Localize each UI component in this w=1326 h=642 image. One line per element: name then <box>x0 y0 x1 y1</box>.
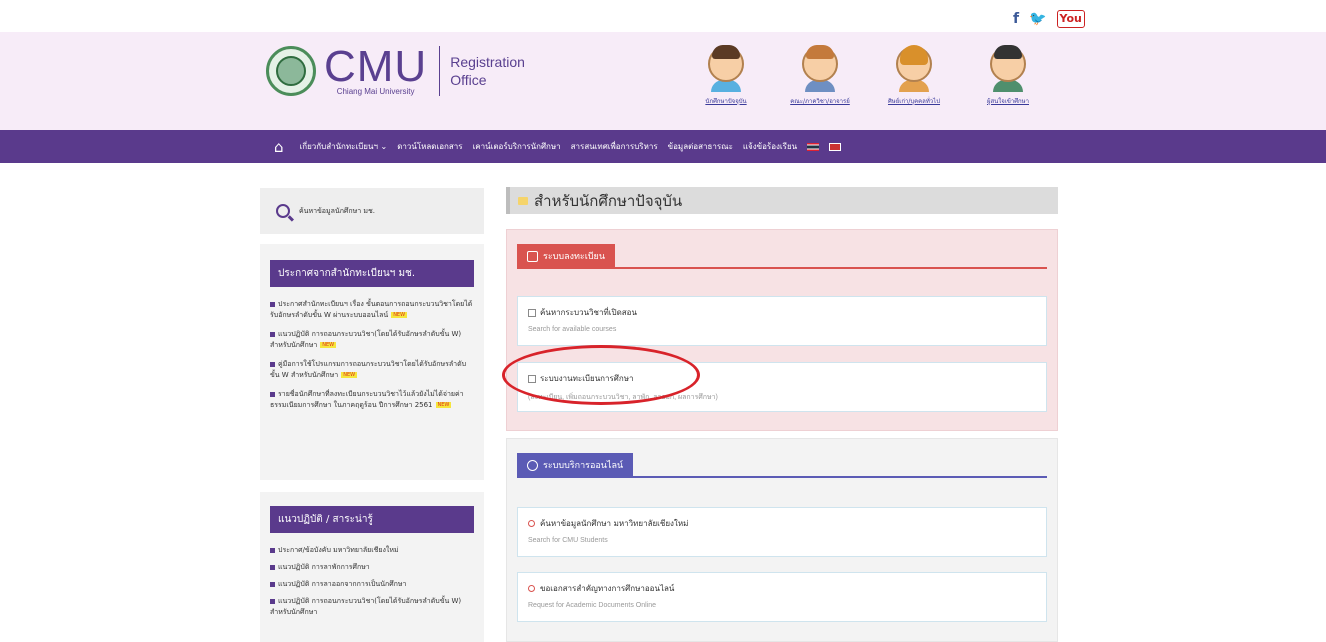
site-logo[interactable]: CMU Chiang Mai University Registration O… <box>266 41 525 96</box>
announcement-item[interactable]: คู่มือการใช้โปรแกรมการถอนกระบวนวิชาโดยได… <box>270 359 474 381</box>
announcement-item[interactable]: ประกาศสำนักทะเบียนฯ เรื่อง ขั้นตอนการถอน… <box>270 299 474 321</box>
card-subtitle: Search for CMU Students <box>528 537 608 544</box>
edit-icon <box>528 308 536 317</box>
new-badge: NEW <box>341 372 358 378</box>
persona-links: นักศึกษาปัจจุบัน คณะ/ภาควิชา/อาจารย์ ศิษ… <box>680 45 1056 106</box>
search-icon <box>528 520 535 527</box>
card-title: ค้นหากระบวนวิชาที่เปิดสอน <box>540 308 637 317</box>
bullet-icon <box>270 564 275 570</box>
guideline-item[interactable]: แนวปฏิบัติ การลาออกจากการเป็นนักศึกษา <box>270 579 474 590</box>
bullet-icon <box>270 301 275 307</box>
persona-prospective[interactable]: ผู้สนใจเข้าศึกษา <box>962 45 1054 106</box>
faculty-avatar-icon <box>802 45 838 82</box>
guideline-item[interactable]: แนวปฏิบัติ การลาพักการศึกษา <box>270 562 474 573</box>
bullet-icon <box>270 331 275 337</box>
guideline-item[interactable]: แนวปฏิบัติ การถอนกระบวนวิชา(โดยได้รับอัก… <box>270 596 474 618</box>
student-search-label: ค้นหาข้อมูลนักศึกษา มช. <box>299 206 375 215</box>
online-services-heading: ระบบบริการออนไลน์ <box>517 453 634 477</box>
university-seal-icon <box>266 46 316 96</box>
registration-heading: ระบบลงทะเบียน <box>517 244 615 268</box>
nav-student-counter[interactable]: เคาน์เตอร์บริการนักศึกษา <box>473 140 561 153</box>
english-flag-icon[interactable] <box>829 142 842 151</box>
panel-divider <box>517 267 1047 269</box>
guidelines-section: แนวปฏิบัติ / สาระน่ารู้ ประกาศ/ข้อบังคับ… <box>260 492 484 642</box>
highlight-ellipse <box>502 345 700 405</box>
course-search-card[interactable]: ค้นหากระบวนวิชาที่เปิดสอน Search for ava… <box>517 296 1047 346</box>
bullet-icon <box>270 547 275 553</box>
bullet-icon <box>270 581 275 587</box>
bullet-icon <box>270 361 275 367</box>
persona-alumni[interactable]: ศิษย์เก่า/บุคคลทั่วไป <box>868 45 960 106</box>
announcement-item[interactable]: รายชื่อนักศึกษาที่ลงทะเบียนกระบวนวิชาไว้… <box>270 389 474 411</box>
page-title: สำหรับนักศึกษาปัจจุบัน <box>534 191 683 210</box>
bullet-icon <box>270 391 275 397</box>
social-links: f 🐦 You <box>1013 10 1085 28</box>
new-badge: NEW <box>435 402 452 408</box>
guidelines-heading: แนวปฏิบัติ / สาระน่ารู้ <box>270 506 474 533</box>
site-header: CMU Chiang Mai University Registration O… <box>0 32 1326 130</box>
logo-title: CMU <box>324 41 428 91</box>
persona-current-students[interactable]: นักศึกษาปัจจุบัน <box>680 45 772 106</box>
announcement-item[interactable]: แนวปฏิบัติ การถอนกระบวนวิชา(โดยได้รับอัก… <box>270 329 474 351</box>
folder-icon <box>518 196 528 205</box>
nav-about[interactable]: เกี่ยวกับสำนักทะเบียนฯ ⌄ <box>300 140 388 153</box>
prospective-avatar-icon <box>990 45 1026 82</box>
nav-public-info[interactable]: ข้อมูลต่อสาธารณะ <box>668 140 733 153</box>
bullet-icon <box>270 598 275 604</box>
card-subtitle: Search for available courses <box>528 326 617 333</box>
panel-divider <box>517 476 1047 478</box>
search-icon <box>276 204 290 218</box>
persona-faculty[interactable]: คณะ/ภาควิชา/อาจารย์ <box>774 45 866 106</box>
facebook-icon[interactable]: f <box>1013 11 1019 27</box>
home-icon[interactable]: ⌂ <box>274 138 284 156</box>
office-line-2: Office <box>450 72 487 88</box>
guideline-item[interactable]: ประกาศ/ข้อบังคับ มหาวิทยาลัยเชียงใหม่ <box>270 545 474 556</box>
office-line-1: Registration <box>450 54 525 70</box>
card-subtitle: Request for Academic Documents Online <box>528 602 657 609</box>
nav-complaints[interactable]: แจ้งข้อร้องเรียน <box>743 140 797 153</box>
main-nav: ⌂ เกี่ยวกับสำนักทะเบียนฯ ⌄ ดาวน์โหลดเอกส… <box>0 130 1326 163</box>
online-services-panel: ระบบบริการออนไลน์ ค้นหาข้อมูลนักศึกษา มห… <box>506 438 1058 642</box>
search-icon <box>528 585 535 592</box>
announcements-heading: ประกาศจากสำนักทะเบียนฯ มช. <box>270 260 474 287</box>
new-badge: NEW <box>391 312 408 318</box>
page-title-bar: สำหรับนักศึกษาปัจจุบัน <box>506 187 1058 214</box>
cmu-student-search-card[interactable]: ค้นหาข้อมูลนักศึกษา มหาวิทยาลัยเชียงใหม่… <box>517 507 1047 557</box>
academic-documents-card[interactable]: ขอเอกสารสำคัญทางการศึกษาออนไลน์ Request … <box>517 572 1047 622</box>
card-title: ค้นหาข้อมูลนักศึกษา มหาวิทยาลัยเชียงใหม่ <box>540 519 689 528</box>
card-title: ขอเอกสารสำคัญทางการศึกษาออนไลน์ <box>540 584 675 593</box>
edit-icon <box>527 250 538 262</box>
logo-subtitle: Chiang Mai University <box>336 86 415 96</box>
twitter-icon[interactable]: 🐦 <box>1029 11 1046 27</box>
thai-flag-icon[interactable] <box>807 142 820 151</box>
student-avatar-icon <box>708 45 744 82</box>
student-search-link[interactable]: ค้นหาข้อมูลนักศึกษา มช. <box>260 188 484 234</box>
nav-management-info[interactable]: สารสนเทศเพื่อการบริหาร <box>571 140 658 153</box>
logo-divider <box>439 46 441 96</box>
new-badge: NEW <box>320 342 337 348</box>
alumni-avatar-icon <box>896 45 932 82</box>
search-plus-icon <box>527 459 538 471</box>
nav-downloads[interactable]: ดาวน์โหลดเอกสาร <box>397 140 462 153</box>
youtube-icon[interactable]: You <box>1056 10 1085 28</box>
announcements-section: ประกาศจากสำนักทะเบียนฯ มช. ประกาศสำนักทะ… <box>260 244 484 480</box>
